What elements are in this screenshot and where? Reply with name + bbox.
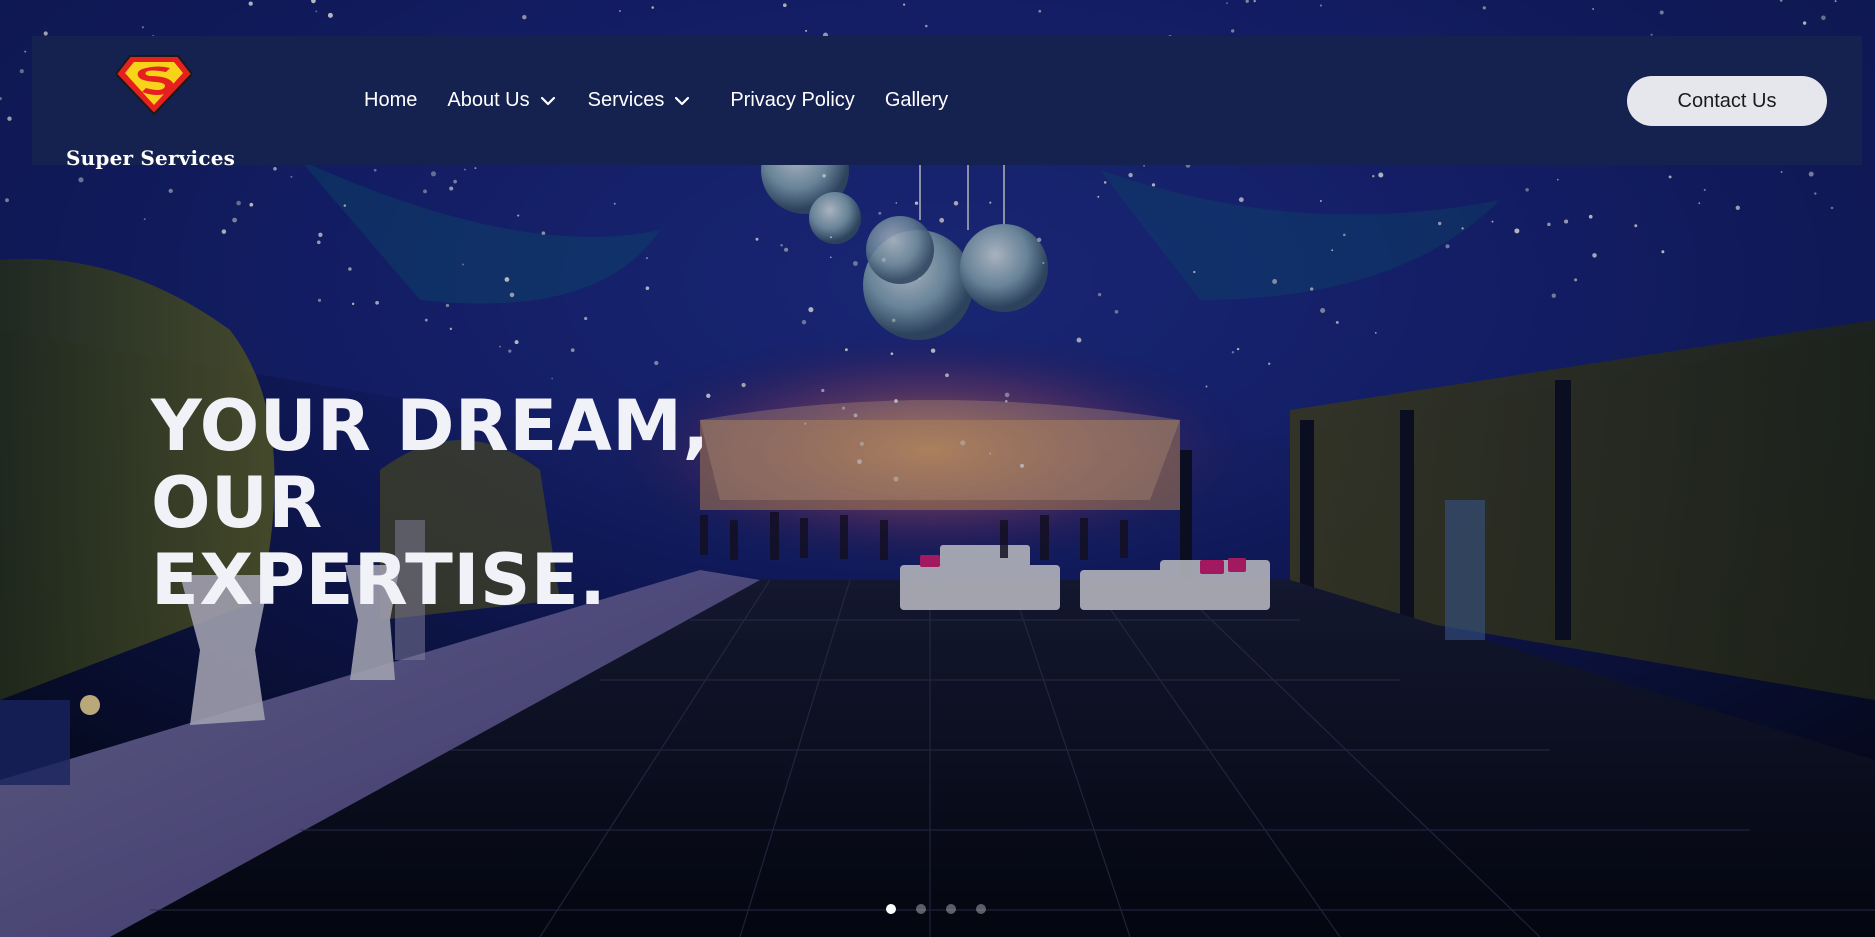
- nav-item-about-us[interactable]: About Us: [447, 89, 557, 112]
- brand-name: Super Services: [66, 146, 236, 170]
- carousel-dot-3[interactable]: [946, 904, 956, 914]
- contact-us-button[interactable]: Contact Us: [1627, 76, 1827, 126]
- nav-item-label: Services: [587, 89, 665, 111]
- hero-section: Super Services Home About Us Services Pr…: [0, 0, 1875, 937]
- navbar: Super Services Home About Us Services Pr…: [32, 36, 1862, 170]
- carousel-dot-2[interactable]: [916, 904, 926, 914]
- nav-item-gallery[interactable]: Gallery: [885, 89, 948, 112]
- hero-headline-line-1: YOUR DREAM, OUR: [151, 385, 710, 544]
- brand-logo[interactable]: Super Services: [66, 54, 235, 170]
- superman-shield-icon: [116, 55, 192, 116]
- nav-item-services[interactable]: Services: [588, 89, 693, 112]
- hero-headline-line-2: EXPERTISE.: [151, 539, 607, 621]
- nav-item-privacy-policy[interactable]: Privacy Policy: [730, 89, 854, 112]
- main-nav: Home About Us Services Privacy Policy Ga…: [364, 36, 948, 165]
- carousel-dot-1[interactable]: [886, 904, 896, 914]
- nav-item-home[interactable]: Home: [364, 89, 417, 112]
- chevron-down-icon: [675, 96, 690, 105]
- chevron-down-icon: [540, 96, 555, 105]
- carousel-dot-4[interactable]: [976, 904, 986, 914]
- carousel-indicators: [886, 904, 1006, 914]
- hero-headline: YOUR DREAM, OUR EXPERTISE.: [151, 388, 871, 619]
- nav-item-label: Home: [364, 89, 418, 111]
- nav-item-label: Gallery: [884, 89, 949, 111]
- nav-item-label: Privacy Policy: [730, 89, 855, 111]
- nav-item-label: About Us: [447, 89, 530, 111]
